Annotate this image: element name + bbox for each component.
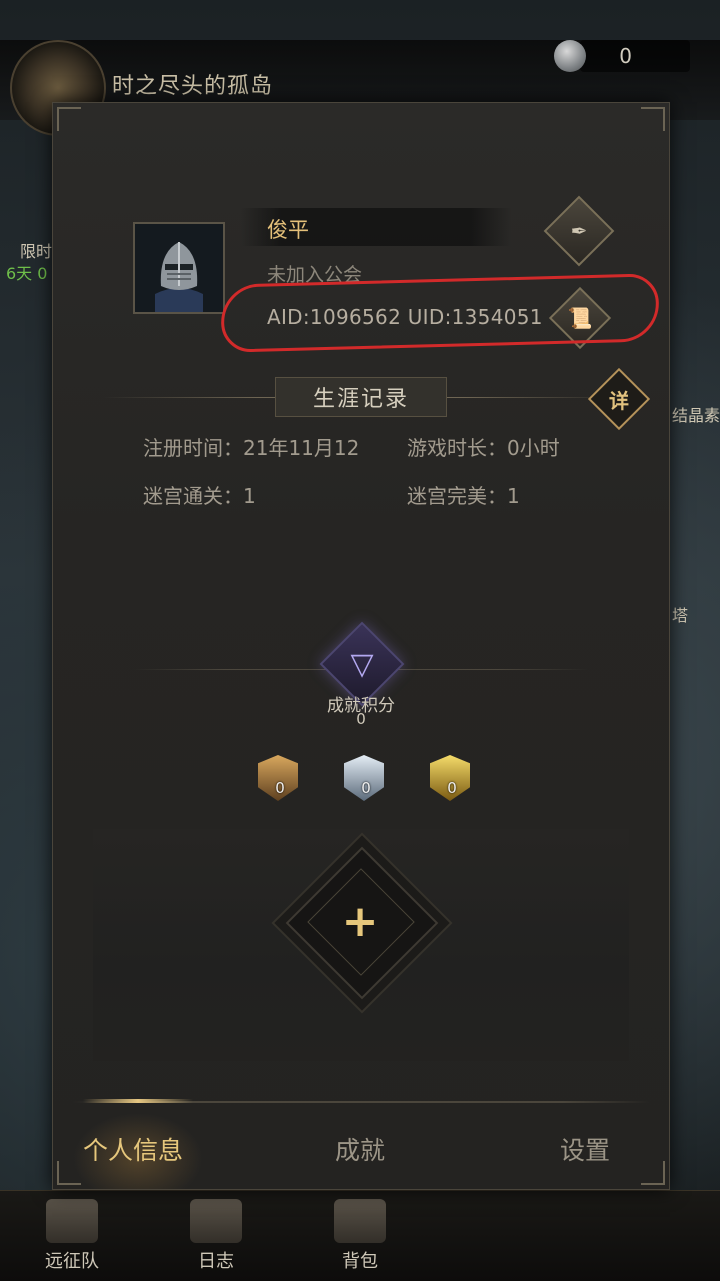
achievement-score-value: 0: [356, 710, 366, 728]
nav-bag-label: 背包: [342, 1251, 378, 1272]
edit-name-button[interactable]: ✒: [543, 195, 615, 267]
tab-achievements[interactable]: 成就: [335, 1131, 385, 1167]
coin-icon: [554, 40, 586, 72]
career-detail-button[interactable]: 详: [587, 367, 651, 431]
profile-panel: 俊平 ✒ 未加入公会 AID:1096562 UID:1354051 📜 生涯记…: [52, 102, 670, 1190]
avatar[interactable]: [133, 222, 225, 314]
stat-maze-clear: 迷宫通关：1: [143, 484, 256, 508]
player-name: 俊平: [267, 218, 309, 242]
bag-icon: [334, 1199, 386, 1243]
stat-register-time: 注册时间：21年11月12: [143, 436, 360, 460]
detail-label: 详: [609, 388, 629, 413]
plus-icon[interactable]: +: [335, 896, 385, 947]
event-timer: 6天 0: [6, 264, 48, 283]
stat-maze-perfect: 迷宫完美：1: [407, 484, 520, 508]
log-icon: [190, 1199, 242, 1243]
nav-bag[interactable]: 背包: [310, 1191, 410, 1281]
gold-badge-count: 0: [447, 779, 457, 797]
currency-value: 0: [619, 44, 632, 68]
career-title: 生涯记录: [312, 387, 409, 412]
bottom-nav: 远征队 日志 背包: [0, 1190, 720, 1281]
nav-expedition[interactable]: 远征队: [22, 1191, 122, 1281]
nav-expedition-label: 远征队: [45, 1251, 99, 1272]
tab-personal-info[interactable]: 个人信息: [83, 1131, 183, 1167]
right-label-tower: 塔: [672, 606, 689, 625]
triangle-emblem-icon: ▽: [350, 646, 374, 682]
nav-log[interactable]: 日志: [166, 1191, 266, 1281]
stat-play-time: 游戏时长：0小时: [407, 436, 560, 460]
panel-corner: [641, 1161, 665, 1185]
event-label: 限时: [20, 242, 53, 261]
nav-log-label: 日志: [198, 1251, 234, 1272]
red-annotation-circle: [220, 273, 660, 353]
knight-helmet-icon: [135, 224, 223, 312]
silver-badge-count: 0: [361, 779, 371, 797]
bronze-badge-count: 0: [275, 779, 285, 797]
career-title-box: 生涯记录: [275, 377, 447, 417]
tab-settings[interactable]: 设置: [560, 1131, 610, 1167]
map-title: 时之尽头的孤岛: [112, 74, 274, 99]
currency-box: 0: [554, 40, 690, 72]
panel-corner: [57, 107, 81, 131]
right-label-crystal: 结晶素: [672, 406, 720, 425]
horned-helmet-icon: [46, 1199, 98, 1243]
panel-corner: [641, 107, 665, 131]
quill-icon: ✒: [570, 219, 588, 243]
active-tab-indicator: [83, 1099, 193, 1103]
